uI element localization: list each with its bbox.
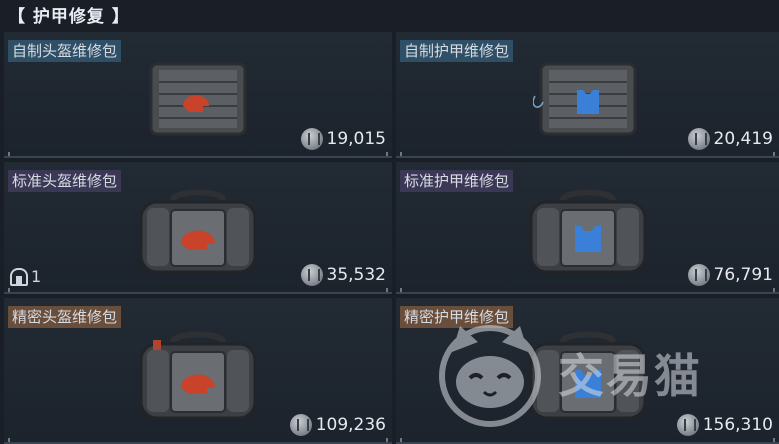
price: 76,791: [687, 264, 773, 286]
price-value: 20,419: [713, 129, 773, 149]
repair-kit-grid: 自制头盔维修包 19,015 自制护甲维修包 20,419 标准头盔维修包 1 …: [4, 32, 779, 444]
corner-tick: [386, 288, 388, 292]
price-value: 19,015: [326, 129, 386, 149]
item-name: 标准头盔维修包: [8, 170, 122, 192]
card-custom-helmet-kit[interactable]: 自制头盔维修包 19,015: [4, 32, 392, 158]
pouch-armor-icon: [532, 62, 636, 136]
coin-icon: [300, 264, 323, 286]
corner-tick: [773, 438, 775, 442]
corner-tick: [386, 438, 388, 442]
section-title: 【 护甲修复 】: [8, 7, 130, 27]
card-standard-armor-kit[interactable]: 标准护甲维修包 76,791: [396, 162, 779, 294]
owned-count: 1: [10, 267, 41, 286]
coin-icon: [300, 128, 323, 150]
corner-tick: [400, 288, 402, 292]
duffel-helmet-icon: [139, 189, 257, 274]
item-name: 精密护甲维修包: [400, 306, 514, 328]
pouch-helmet-icon: [149, 62, 247, 136]
corner-tick: [773, 288, 775, 292]
price-value: 76,791: [713, 265, 773, 285]
price: 156,310: [676, 414, 773, 436]
price: 35,532: [300, 264, 386, 286]
corner-tick: [8, 288, 10, 292]
corner-tick: [386, 152, 388, 156]
price-value: 35,532: [326, 265, 386, 285]
owned-value: 1: [31, 267, 42, 286]
price: 19,015: [300, 128, 386, 150]
card-precise-armor-kit[interactable]: 精密护甲维修包 156,310: [396, 298, 779, 444]
duffel-helmet-icon: [139, 331, 257, 420]
corner-tick: [8, 438, 10, 442]
card-custom-armor-kit[interactable]: 自制护甲维修包 20,419: [396, 32, 779, 158]
corner-tick: [400, 152, 402, 156]
card-standard-helmet-kit[interactable]: 标准头盔维修包 1 35,532: [4, 162, 392, 294]
price-value: 156,310: [702, 415, 773, 435]
coin-icon: [676, 414, 699, 436]
card-precise-helmet-kit[interactable]: 精密头盔维修包 109,236: [4, 298, 392, 444]
item-name: 自制护甲维修包: [400, 40, 514, 62]
item-name: 精密头盔维修包: [8, 306, 122, 328]
duffel-armor-icon: [529, 189, 646, 274]
price: 20,419: [687, 128, 773, 150]
coin-icon: [289, 414, 312, 436]
duffel-armor-icon: [529, 331, 646, 420]
item-name: 自制头盔维修包: [8, 40, 122, 62]
coin-icon: [687, 264, 710, 286]
price: 109,236: [289, 414, 386, 436]
item-name: 标准护甲维修包: [400, 170, 514, 192]
corner-tick: [773, 152, 775, 156]
corner-tick: [400, 438, 402, 442]
coin-icon: [687, 128, 710, 150]
corner-tick: [8, 152, 10, 156]
price-value: 109,236: [315, 415, 386, 435]
inventory-icon: [10, 267, 28, 286]
